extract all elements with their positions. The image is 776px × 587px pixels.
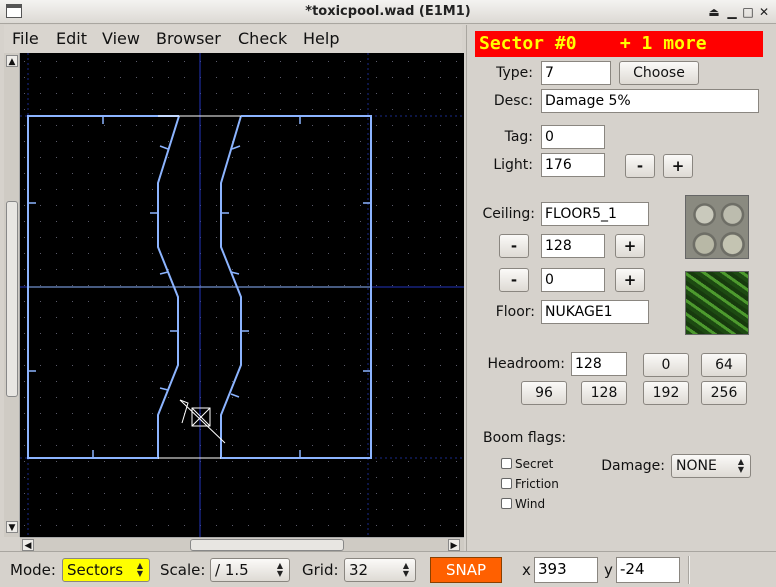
- scroll-right-icon[interactable]: ▶: [448, 539, 460, 551]
- desc-field[interactable]: Damage 5%: [541, 89, 759, 113]
- map-horizontal-scrollbar[interactable]: ◀ ▶: [20, 537, 464, 551]
- grid-label: Grid:: [302, 561, 339, 579]
- grid-value: 32: [349, 561, 369, 579]
- close-icon[interactable]: ✕: [756, 4, 772, 20]
- flag-secret-label: Secret: [515, 457, 554, 471]
- spinner-icon: ▲ ▼: [276, 561, 284, 578]
- minimize-icon[interactable]: ▁: [724, 4, 740, 20]
- headroom-label: Headroom:: [487, 356, 565, 372]
- sector-panel: Sector #0 + 1 more Type: 7 Choose Desc: …: [466, 25, 776, 551]
- x-coordinate-field: 393: [534, 557, 598, 583]
- scale-label: Scale:: [160, 561, 206, 579]
- headroom-preset-button[interactable]: 64: [701, 353, 747, 377]
- headroom-preset-button[interactable]: 192: [643, 381, 689, 405]
- vertical-scroll-thumb[interactable]: [6, 201, 18, 397]
- y-label: y: [604, 561, 613, 579]
- menu-check[interactable]: Check: [238, 29, 287, 48]
- flag-secret-checkbox[interactable]: Secret: [501, 457, 553, 471]
- horizontal-scroll-thumb[interactable]: [190, 539, 344, 551]
- flag-wind-checkbox[interactable]: Wind: [501, 497, 545, 511]
- desc-label: Desc:: [493, 93, 533, 109]
- tag-label: Tag:: [504, 129, 533, 145]
- scale-select[interactable]: / 1.5 ▲ ▼: [210, 558, 290, 582]
- type-label: Type:: [496, 65, 533, 81]
- menu-help[interactable]: Help: [303, 29, 339, 48]
- maximize-icon[interactable]: □: [740, 4, 756, 20]
- minor-grid: [20, 53, 464, 537]
- damage-value: NONE: [676, 458, 717, 474]
- checkbox-icon[interactable]: [501, 498, 512, 509]
- ceiling-height-field[interactable]: 128: [541, 234, 605, 258]
- ceiling-texture-icon[interactable]: [685, 195, 749, 259]
- light-field[interactable]: 176: [541, 153, 605, 177]
- damage-label: Damage:: [601, 458, 665, 474]
- shade-icon[interactable]: ⏏: [706, 4, 722, 20]
- tag-field[interactable]: 0: [541, 125, 605, 149]
- map-vertical-scrollbar[interactable]: ▲ ▼: [4, 53, 20, 537]
- ceiling-increase-button[interactable]: +: [615, 234, 645, 258]
- menu-bar: File Edit View Browser Check Help: [4, 25, 462, 53]
- headroom-preset-button[interactable]: 128: [581, 381, 627, 405]
- map-view[interactable]: [20, 53, 464, 537]
- menu-file[interactable]: File: [12, 29, 39, 48]
- spinner-icon: ▲ ▼: [402, 561, 410, 578]
- ceiling-label: Ceiling:: [482, 206, 535, 222]
- damage-select[interactable]: NONE ▲ ▼: [671, 454, 751, 478]
- y-coordinate-field: -24: [616, 557, 680, 583]
- title-bar: *toxicpool.wad (E1M1) ⏏ ▁ □ ✕: [0, 0, 776, 24]
- editor-window: *toxicpool.wad (E1M1) ⏏ ▁ □ ✕ File Edit …: [0, 0, 776, 587]
- flag-friction-checkbox[interactable]: Friction: [501, 477, 559, 491]
- mode-select[interactable]: Sectors ▲ ▼: [62, 558, 150, 582]
- type-field[interactable]: 7: [541, 61, 611, 85]
- scroll-down-icon[interactable]: ▼: [6, 521, 18, 533]
- menu-browser[interactable]: Browser: [156, 29, 221, 48]
- menu-edit[interactable]: Edit: [56, 29, 87, 48]
- status-divider: [688, 556, 690, 584]
- light-decrease-button[interactable]: -: [625, 154, 655, 178]
- ceiling-texture-field[interactable]: FLOOR5_1: [541, 202, 649, 226]
- status-bar: Mode: Sectors ▲ ▼ Scale: / 1.5 ▲ ▼ Grid: 3…: [0, 551, 776, 587]
- menu-view[interactable]: View: [102, 29, 140, 48]
- mode-value: Sectors: [67, 561, 124, 579]
- boom-flags-label: Boom flags:: [483, 430, 567, 446]
- map-canvas[interactable]: [20, 53, 464, 537]
- checkbox-icon[interactable]: [501, 458, 512, 469]
- flag-friction-label: Friction: [515, 477, 559, 491]
- floor-texture-icon[interactable]: [685, 271, 749, 335]
- ceiling-decrease-button[interactable]: -: [499, 234, 529, 258]
- sector-header: Sector #0 + 1 more: [475, 31, 763, 57]
- headroom-preset-button[interactable]: 0: [643, 353, 689, 377]
- headroom-preset-button[interactable]: 256: [701, 381, 747, 405]
- floor-label: Floor:: [495, 304, 535, 320]
- scroll-up-icon[interactable]: ▲: [6, 55, 18, 67]
- floor-height-field[interactable]: 0: [541, 268, 605, 292]
- flag-wind-label: Wind: [515, 497, 546, 511]
- grid-select[interactable]: 32 ▲ ▼: [344, 558, 416, 582]
- floor-texture-field[interactable]: NUKAGE1: [541, 300, 649, 324]
- snap-button[interactable]: SNAP: [430, 557, 502, 583]
- scale-value: / 1.5: [215, 561, 249, 579]
- x-label: x: [522, 561, 531, 579]
- floor-decrease-button[interactable]: -: [499, 268, 529, 292]
- mode-label: Mode:: [10, 561, 56, 579]
- light-label: Light:: [493, 157, 533, 173]
- checkbox-icon[interactable]: [501, 478, 512, 489]
- headroom-preset-button[interactable]: 96: [521, 381, 567, 405]
- choose-button[interactable]: Choose: [619, 61, 699, 85]
- spinner-icon: ▲ ▼: [737, 457, 745, 474]
- window-title: *toxicpool.wad (E1M1): [305, 4, 471, 19]
- floor-increase-button[interactable]: +: [615, 268, 645, 292]
- spinner-icon: ▲ ▼: [136, 561, 144, 578]
- headroom-field[interactable]: 128: [571, 352, 627, 376]
- scroll-left-icon[interactable]: ◀: [22, 539, 34, 551]
- light-increase-button[interactable]: +: [663, 154, 693, 178]
